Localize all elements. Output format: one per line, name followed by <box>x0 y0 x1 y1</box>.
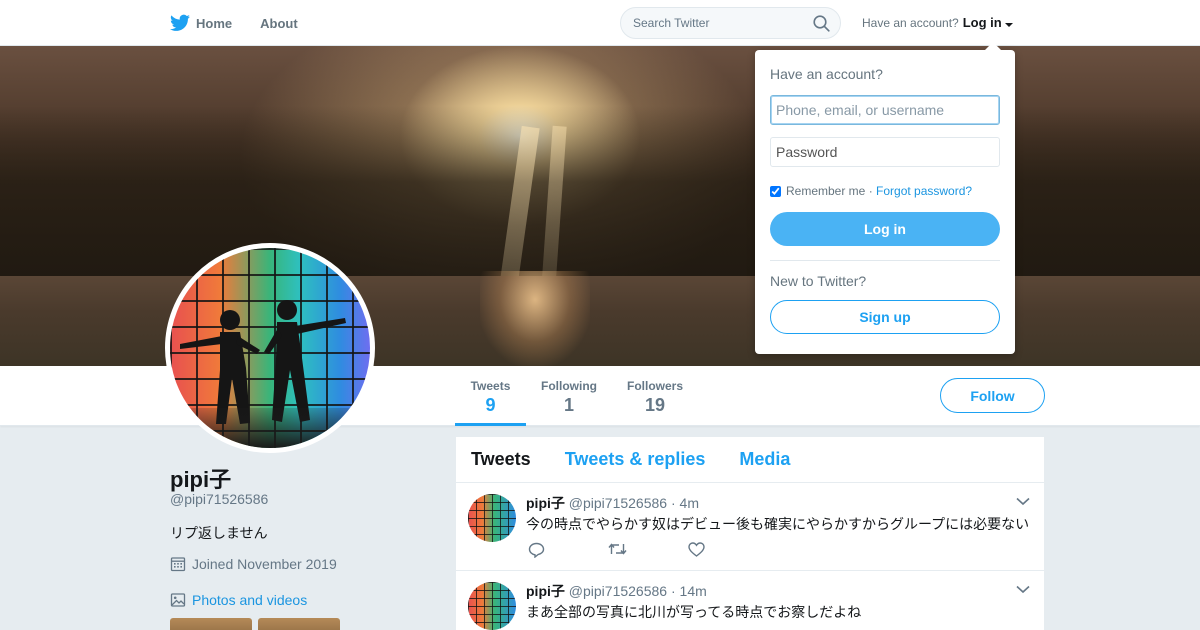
stat-followers-value: 19 <box>644 395 666 415</box>
forgot-password-link[interactable]: Forgot password? <box>876 184 972 198</box>
profile-joined: Joined November 2019 <box>170 556 337 572</box>
stat-tweets-label: Tweets <box>470 379 511 393</box>
tweet-actions <box>528 542 768 563</box>
login-menu-trigger[interactable]: Log in <box>963 15 1013 30</box>
login-dropdown: Have an account? Remember me · Forgot pa… <box>755 42 1015 354</box>
profile-joined-text: Joined November 2019 <box>192 556 337 572</box>
like-button[interactable] <box>688 542 768 563</box>
login-button[interactable]: Log in <box>770 212 1000 246</box>
tweet-author-name[interactable]: pipi子 <box>526 583 565 599</box>
tweet[interactable]: pipi子 @pipi71526586 · 4m 今の時点でやらかす奴はデビュー… <box>456 483 1044 571</box>
password-field[interactable] <box>770 137 1000 167</box>
tab-tweets[interactable]: Tweets <box>471 449 531 470</box>
photos-and-videos-label: Photos and videos <box>192 592 308 608</box>
timeline-tabs: Tweets Tweets & replies Media <box>456 437 1044 483</box>
dropdown-divider <box>770 260 1000 261</box>
timeline: Tweets Tweets & replies Media pipi子 @pip… <box>456 437 1044 630</box>
profile-handle[interactable]: @pipi71526586 <box>170 491 268 507</box>
chevron-down-icon[interactable] <box>1016 497 1030 506</box>
tweet-text: まあ全部の写真に北川が写ってる時点でお察しだよね <box>526 604 862 620</box>
tweet[interactable]: pipi子 @pipi71526586 · 14m まあ全部の写真に北川が写って… <box>456 571 1044 630</box>
tweet-avatar[interactable] <box>468 494 516 542</box>
nav-about-label: About <box>260 15 298 31</box>
stat-followers-label: Followers <box>626 379 683 393</box>
search-box <box>620 7 841 39</box>
image-icon <box>170 593 186 607</box>
tab-media[interactable]: Media <box>739 449 790 470</box>
heart-icon <box>688 542 705 557</box>
tweet-avatar-grid <box>468 582 516 630</box>
tweet-avatar-grid <box>468 494 516 542</box>
calendar-icon <box>170 557 186 572</box>
stat-tweets[interactable]: Tweets 9 <box>455 366 526 426</box>
follow-button[interactable]: Follow <box>940 378 1045 413</box>
profile-name[interactable]: pipi子 <box>170 462 231 494</box>
tweet-dot-separator: · <box>670 583 680 599</box>
account-area: Have an account? Log in <box>862 15 1013 30</box>
stat-following-value: 1 <box>563 395 574 415</box>
top-navigation-bar: Home About Have an account? Log in <box>0 0 1200 46</box>
remember-separator: · <box>865 184 877 198</box>
tab-tweets-and-replies[interactable]: Tweets & replies <box>565 449 706 470</box>
twitter-bird-icon <box>170 14 190 31</box>
tweet-text: 今の時点でやらかす奴はデビュー後も確実にやらかすからグループには必要ない <box>526 516 1030 532</box>
nav-left: Home About <box>170 0 326 46</box>
remember-row: Remember me · Forgot password? <box>770 184 972 198</box>
chevron-down-icon[interactable] <box>1016 585 1030 594</box>
tweet-author-name[interactable]: pipi子 <box>526 495 565 511</box>
stat-following-label: Following <box>541 379 597 393</box>
nav-home-label: Home <box>196 15 233 31</box>
tweet-timestamp[interactable]: 14m <box>680 583 707 599</box>
stat-followers[interactable]: Followers 19 <box>622 366 688 426</box>
search-input[interactable] <box>633 16 803 30</box>
banner-water-glint <box>480 271 590 366</box>
caret-down-icon <box>1004 23 1013 27</box>
tweet-author-handle[interactable]: @pipi71526586 <box>569 495 667 511</box>
stat-following[interactable]: Following 1 <box>536 366 602 426</box>
stat-tweets-value: 9 <box>485 395 496 415</box>
nav-home[interactable]: Home <box>170 14 232 32</box>
tweet-avatar[interactable] <box>468 582 516 630</box>
tweet-author-handle[interactable]: @pipi71526586 <box>569 583 667 599</box>
login-dropdown-title: Have an account? <box>770 66 883 82</box>
reply-button[interactable] <box>528 542 608 563</box>
have-account-text: Have an account? <box>862 15 959 30</box>
tweet-header: pipi子 @pipi71526586 · 14m <box>526 581 707 601</box>
photos-and-videos-link[interactable]: Photos and videos <box>170 592 307 608</box>
search-icon[interactable] <box>813 15 830 32</box>
reply-icon <box>528 542 545 559</box>
profile-bio: リプ返しません <box>170 525 268 541</box>
retweet-button[interactable] <box>608 542 688 563</box>
profile-avatar[interactable] <box>165 243 375 453</box>
nav-about[interactable]: About <box>260 16 298 31</box>
new-to-twitter-text: New to Twitter? <box>770 273 867 289</box>
signup-button[interactable]: Sign up <box>770 300 1000 334</box>
username-field[interactable] <box>770 95 1000 125</box>
media-thumbnail[interactable] <box>258 618 340 630</box>
tweet-dot-separator: · <box>670 495 680 511</box>
login-menu-label: Log in <box>962 15 1002 30</box>
tweet-header: pipi子 @pipi71526586 · 4m <box>526 493 699 513</box>
avatar-floor-shadow <box>170 408 370 448</box>
remember-me-checkbox[interactable] <box>770 185 781 197</box>
remember-me-label[interactable]: Remember me <box>786 184 865 198</box>
tweet-timestamp[interactable]: 4m <box>680 495 699 511</box>
retweet-icon <box>608 543 627 555</box>
media-thumbnail[interactable] <box>170 618 252 630</box>
